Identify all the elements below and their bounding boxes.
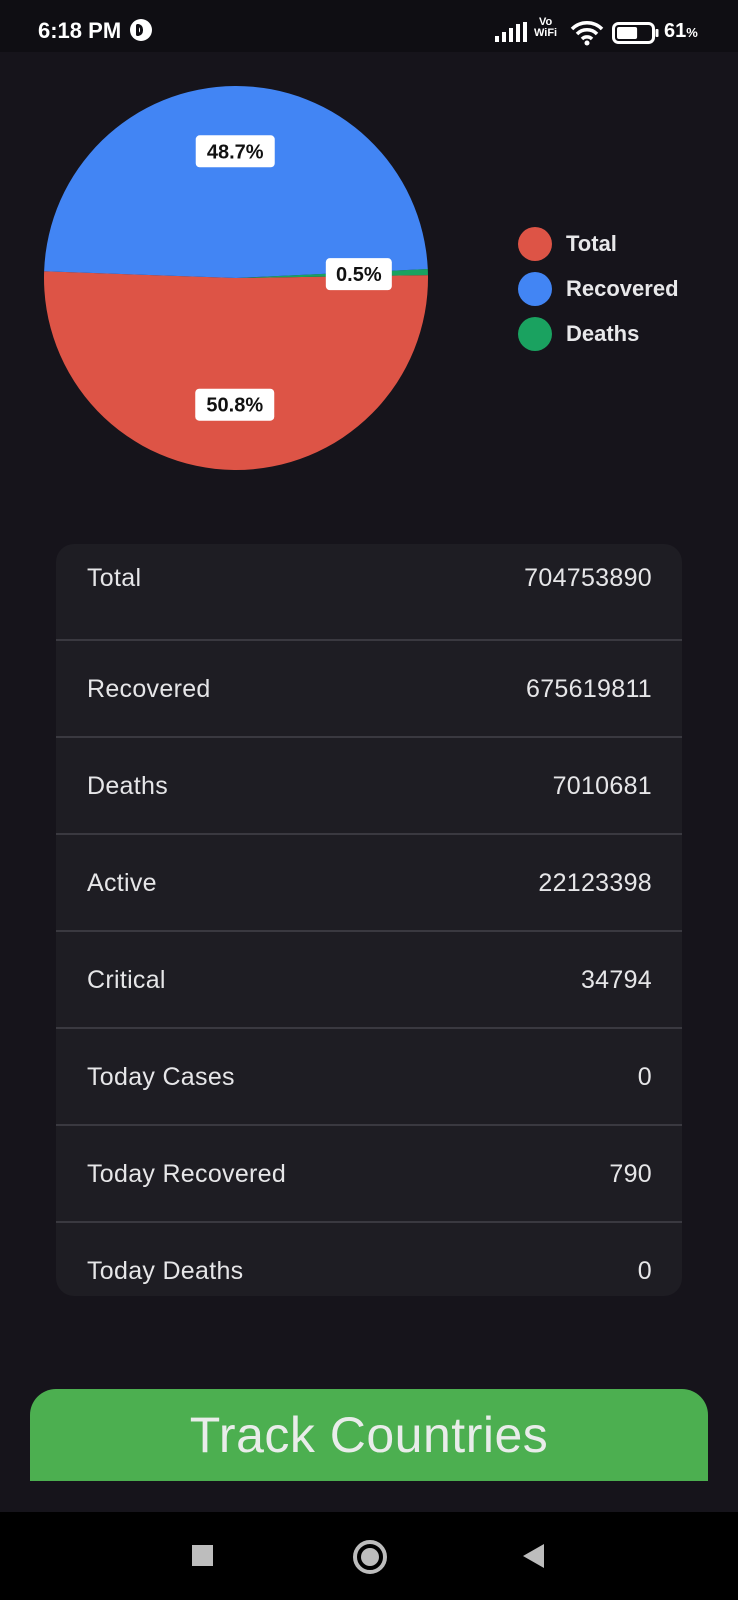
battery-percent-value: 61 bbox=[664, 20, 687, 42]
legend-dot-recovered bbox=[518, 271, 552, 306]
stat-row-total: Total 704753890 bbox=[56, 544, 682, 641]
stat-value: 0 bbox=[637, 1257, 652, 1285]
vowifi-bottom-label: WiFi bbox=[534, 27, 558, 39]
pie-chart-svg: 50.8% 0.5% 48.7% bbox=[44, 86, 429, 470]
legend-dot-deaths bbox=[518, 316, 552, 351]
legend-label-total: Total bbox=[566, 230, 617, 256]
battery-percent-unit: % bbox=[686, 25, 698, 40]
home-icon[interactable] bbox=[353, 1540, 387, 1574]
pie-label-text: 48.7% bbox=[207, 141, 264, 163]
app-notification-icon bbox=[130, 19, 152, 41]
stat-label: Today Deaths bbox=[87, 1257, 244, 1285]
pie-label-total: 50.8% bbox=[195, 388, 275, 421]
stat-label: Total bbox=[87, 564, 142, 592]
stat-label: Active bbox=[87, 869, 157, 897]
stat-row-active: Active 22123398 bbox=[56, 835, 682, 932]
recents-icon[interactable] bbox=[192, 1545, 213, 1566]
stat-value: 7010681 bbox=[552, 772, 652, 800]
pie-label-text: 0.5% bbox=[336, 264, 382, 286]
stat-label: Critical bbox=[87, 966, 166, 994]
stat-row-critical: Critical 34794 bbox=[56, 932, 682, 1029]
stat-row-today-deaths: Today Deaths 0 bbox=[56, 1223, 682, 1296]
stat-row-deaths: Deaths 7010681 bbox=[56, 738, 682, 835]
stat-value: 675619811 bbox=[526, 675, 652, 703]
stat-value: 22123398 bbox=[538, 869, 652, 897]
stat-label: Today Cases bbox=[87, 1063, 235, 1091]
stat-label: Deaths bbox=[87, 772, 169, 800]
stats-table: Total 704753890 Recovered 675619811 Deat… bbox=[56, 544, 682, 1296]
chart-legend: Total Recovered Deaths bbox=[518, 221, 679, 356]
pie-label-deaths: 0.5% bbox=[325, 258, 392, 291]
pie-label-recovered: 48.7% bbox=[195, 135, 275, 168]
legend-item-recovered: Recovered bbox=[518, 266, 679, 311]
signal-icon bbox=[495, 22, 527, 42]
battery-icon bbox=[612, 22, 659, 44]
stat-value: 704753890 bbox=[524, 564, 652, 592]
navigation-bar bbox=[0, 1512, 738, 1600]
stat-value: 0 bbox=[637, 1063, 652, 1091]
legend-label-recovered: Recovered bbox=[566, 275, 679, 301]
stat-value: 34794 bbox=[580, 966, 652, 994]
stat-row-recovered: Recovered 675619811 bbox=[56, 641, 682, 738]
vowifi-icon: Vo WiFi bbox=[534, 17, 557, 39]
pie-slice-recovered bbox=[44, 86, 428, 278]
track-countries-button[interactable]: Track Countries bbox=[30, 1389, 708, 1481]
battery-percent: 61% bbox=[664, 20, 698, 43]
legend-label-deaths: Deaths bbox=[566, 320, 640, 346]
stat-row-today-cases: Today Cases 0 bbox=[56, 1029, 682, 1126]
back-icon[interactable] bbox=[523, 1544, 544, 1568]
pie-slice-total bbox=[44, 271, 429, 470]
status-time: 6:18 PM bbox=[38, 18, 122, 43]
legend-item-total: Total bbox=[518, 221, 679, 266]
legend-dot-total bbox=[518, 226, 552, 261]
stat-label: Recovered bbox=[87, 675, 211, 703]
legend-item-deaths: Deaths bbox=[518, 311, 679, 356]
status-bar: 6:18 PM Vo WiFi 61% bbox=[0, 0, 738, 52]
stat-row-today-recovered: Today Recovered 790 bbox=[56, 1126, 682, 1223]
pie-label-text: 50.8% bbox=[206, 395, 263, 417]
stat-value: 790 bbox=[609, 1160, 652, 1188]
stat-label: Today Recovered bbox=[87, 1160, 287, 1188]
pie-chart: 50.8% 0.5% 48.7% Total Recovered Deaths bbox=[0, 80, 738, 500]
wifi-icon bbox=[570, 21, 604, 46]
